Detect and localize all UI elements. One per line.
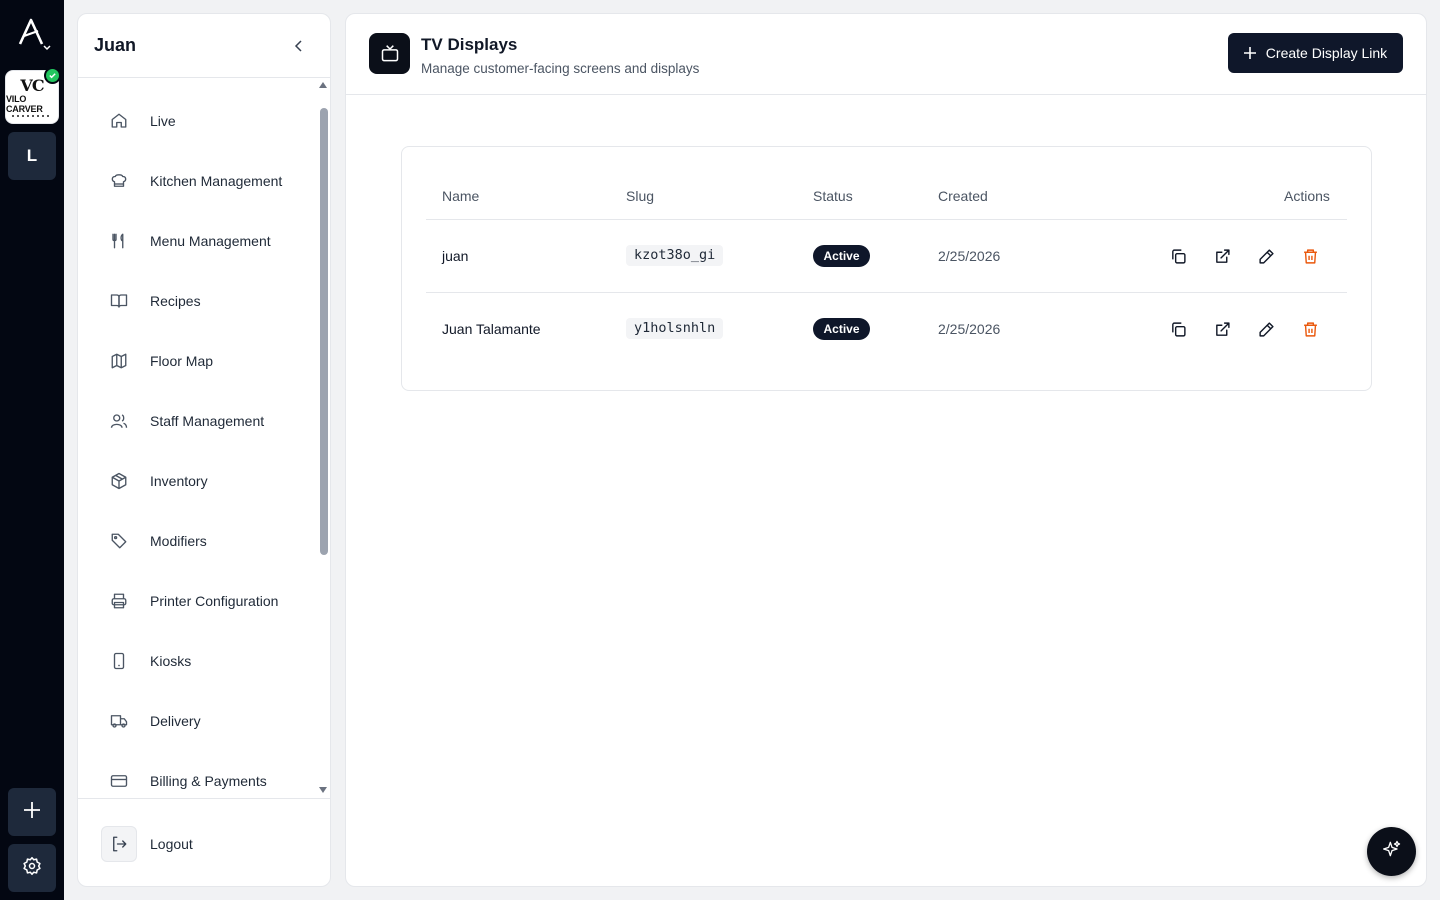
scroll-down-icon[interactable] (319, 787, 327, 793)
sidebar-item-staff-management[interactable]: Staff Management (102, 401, 302, 441)
column-header-created: Created (938, 188, 988, 204)
chef-hat-icon (110, 172, 128, 190)
column-header-status: Status (813, 188, 853, 204)
check-icon (44, 67, 61, 84)
truck-icon (110, 712, 128, 730)
sidebar-item-delivery[interactable]: Delivery (102, 701, 302, 741)
store-tagline-decoration (12, 114, 52, 117)
external-link-icon[interactable] (1212, 246, 1232, 266)
column-header-slug: Slug (626, 188, 655, 204)
sidebar-item-label: Printer Configuration (150, 593, 279, 609)
page-title: TV Displays (421, 35, 518, 54)
sidebar-item-billing-payments[interactable]: Billing & Payments (102, 761, 302, 798)
chevron-left-icon[interactable] (292, 39, 306, 53)
sidebar-item-recipes[interactable]: Recipes (102, 281, 302, 321)
store-name: VILO CARVER (6, 93, 43, 114)
sidebar-footer: Logout (78, 798, 330, 886)
sidebar-item-menu-management[interactable]: Menu Management (102, 221, 302, 261)
sidebar-item-printer-configuration[interactable]: Printer Configuration (102, 581, 302, 621)
sidebar-item-modifiers[interactable]: Modifiers (102, 521, 302, 561)
tag-icon (110, 532, 128, 550)
sidebar-item-label: Staff Management (150, 413, 265, 429)
column-header-name: Name (442, 188, 480, 204)
tv-icon (369, 33, 410, 74)
home-icon (110, 112, 128, 130)
add-workspace-button[interactable] (8, 788, 56, 836)
sidebar-item-label: Menu Management (150, 233, 271, 249)
logout-label: Logout (150, 836, 193, 852)
sidebar-item-label: Modifiers (150, 533, 207, 549)
sidebar-item-floor-map[interactable]: Floor Map (102, 341, 302, 381)
book-open-icon (110, 292, 128, 310)
display-name: juan (442, 248, 469, 264)
page-subtitle: Manage customer-facing screens and displ… (421, 61, 700, 76)
utensils-icon (110, 232, 128, 250)
trash-icon[interactable] (1300, 319, 1320, 339)
map-icon (110, 352, 128, 370)
sidebar-item-label: Kitchen Management (150, 173, 283, 189)
sidebar-item-label: Kiosks (150, 653, 192, 669)
sidebar-item-inventory[interactable]: Inventory (102, 461, 302, 501)
settings-button[interactable] (8, 844, 56, 892)
package-icon (110, 472, 128, 490)
logout-icon (101, 826, 137, 862)
display-slug: kzot38o_gi (626, 245, 724, 266)
sidebar-header: Juan (78, 14, 330, 78)
row-divider (426, 219, 1347, 220)
sidebar-item-label: Inventory (150, 473, 208, 489)
sidebar: Juan Live Kitchen Management Menu Manage… (77, 13, 331, 887)
sidebar-item-kiosks[interactable]: Kiosks (102, 641, 302, 681)
main-panel: TV Displays Manage customer-facing scree… (345, 13, 1427, 887)
sidebar-item-label: Live (150, 113, 176, 129)
store-monogram: VC (20, 75, 44, 95)
sidebar-item-kitchen-management[interactable]: Kitchen Management (102, 161, 302, 201)
ai-assistant-button[interactable] (1367, 827, 1416, 876)
users-icon (110, 412, 128, 430)
sidebar-item-label: Floor Map (150, 353, 214, 369)
create-display-link-button[interactable]: Create Display Link (1228, 33, 1403, 73)
scroll-up-icon[interactable] (319, 82, 327, 88)
display-name: Juan Talamante (442, 321, 541, 337)
copy-icon[interactable] (1168, 319, 1188, 339)
edit-pencil-icon[interactable] (1256, 246, 1276, 266)
create-display-link-label: Create Display Link (1265, 45, 1388, 61)
sidebar-item-label: Delivery (150, 713, 201, 729)
sidebar-item-label: Recipes (150, 293, 201, 309)
logout-button[interactable]: Logout (101, 826, 193, 862)
edit-pencil-icon[interactable] (1256, 319, 1276, 339)
copy-icon[interactable] (1168, 246, 1188, 266)
status-badge: Active (813, 245, 870, 267)
credit-card-icon (110, 772, 128, 790)
page-header: TV Displays Manage customer-facing scree… (346, 14, 1426, 95)
display-slug: y1holsnhln (626, 318, 724, 339)
workspace-rail: VC VILO CARVER L (0, 0, 64, 900)
external-link-icon[interactable] (1212, 319, 1232, 339)
trash-icon[interactable] (1300, 246, 1320, 266)
tablet-icon (110, 652, 128, 670)
sidebar-nav: Live Kitchen Management Menu Management … (78, 78, 318, 798)
sidebar-item-label: Billing & Payments (150, 773, 267, 789)
printer-icon (110, 592, 128, 610)
gear-icon (22, 856, 42, 881)
row-divider (426, 292, 1347, 293)
sidebar-item-live[interactable]: Live (102, 101, 302, 141)
sidebar-title: Juan (94, 35, 137, 55)
app-logo-icon[interactable] (12, 14, 52, 54)
column-header-actions: Actions (1284, 188, 1330, 204)
created-date: 2/25/2026 (938, 321, 1001, 337)
displays-table-card: Name Slug Status Created Actions juan kz… (401, 146, 1372, 391)
sidebar-scrollbar-thumb[interactable] (320, 108, 328, 555)
status-badge: Active (813, 318, 870, 340)
plus-icon (1243, 47, 1256, 59)
created-date: 2/25/2026 (938, 248, 1001, 264)
workspace-avatar[interactable]: L (8, 132, 56, 180)
sparkles-icon (1382, 839, 1402, 864)
plus-icon (22, 800, 42, 825)
